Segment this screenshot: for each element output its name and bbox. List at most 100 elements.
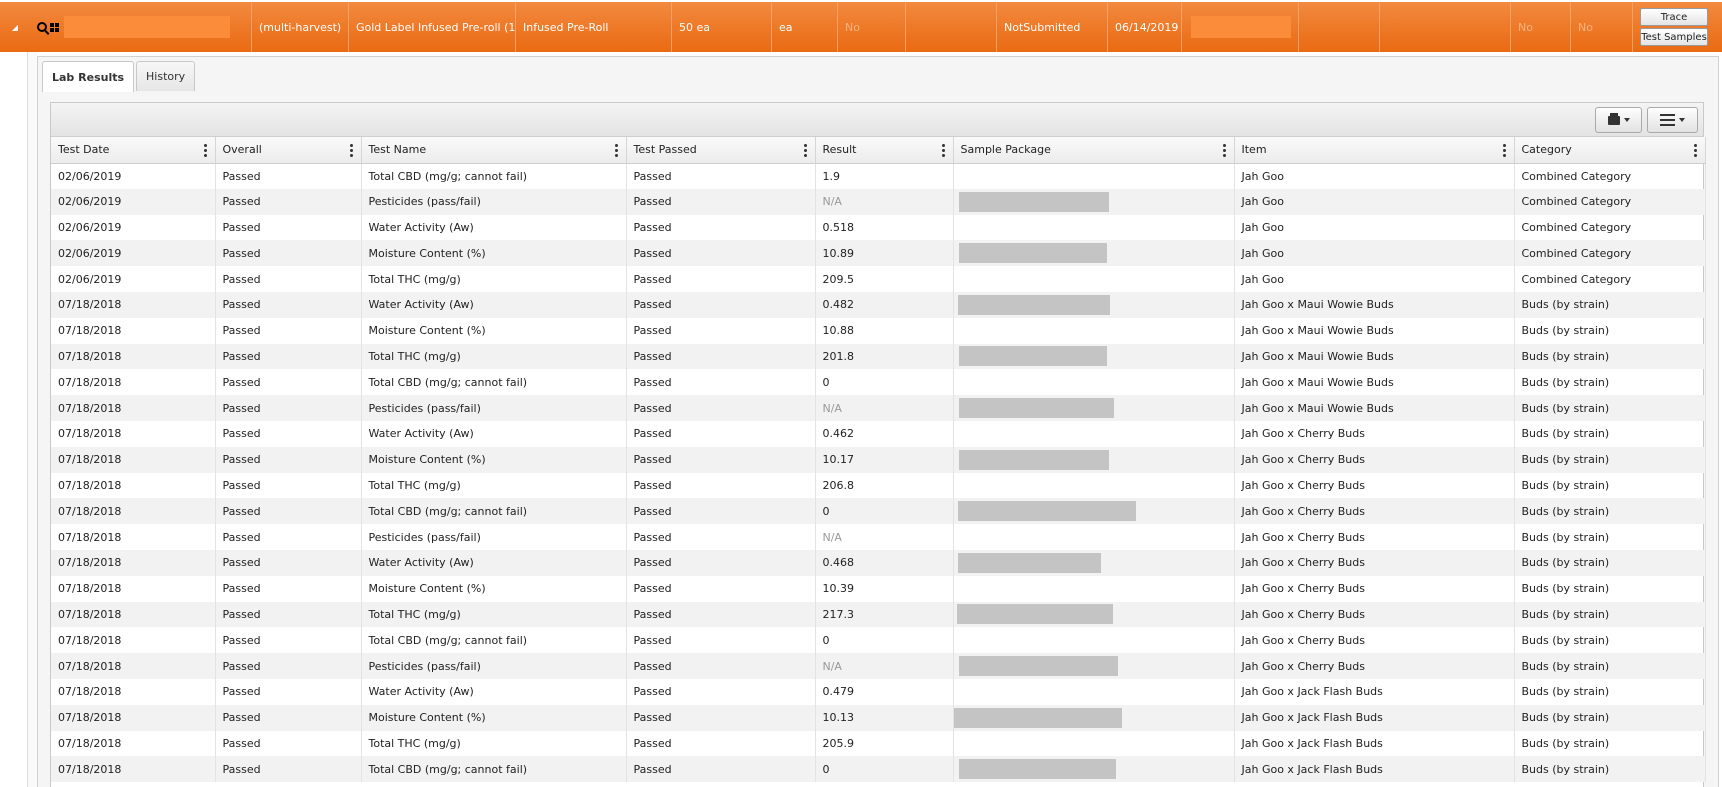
cell-date: 07/18/2018	[51, 575, 216, 602]
cell-overall: Passed	[215, 524, 362, 550]
cell-test: Total CBD (mg/g; cannot fail)	[361, 627, 627, 654]
table-row[interactable]: 07/18/2018 Passed Pesticides (pass/fail) Pa…	[51, 653, 1706, 679]
table-row[interactable]: 07/18/2018 Passed Total CBD (mg/g; cannot …	[51, 369, 1706, 396]
column-menu-icon[interactable]	[803, 144, 807, 157]
column-header-category[interactable]: Category	[1514, 137, 1706, 164]
cell-date: 07/18/2018	[51, 472, 216, 499]
table-row[interactable]: 07/18/2018 Passed Water Activity (Aw) Passe…	[51, 291, 1706, 318]
sample-package-cell	[953, 214, 1235, 241]
column-menu-icon[interactable]	[1222, 144, 1226, 157]
grid-icon[interactable]	[50, 22, 59, 32]
table-row[interactable]: 07/18/2018 Passed Total CBD (mg/g; cannot …	[51, 498, 1706, 525]
cell-category: Buds (by strain)	[1514, 343, 1706, 370]
cell-overall: Passed	[215, 446, 362, 473]
cell-item: Jah Goo x Maui Wowie Buds	[1234, 395, 1515, 421]
lab-results-table: Test Date Overall Test Name Test Passed …	[51, 137, 1706, 783]
caret-down-icon	[1679, 118, 1685, 122]
hamburger-icon	[1660, 114, 1675, 126]
table-row[interactable]: 07/18/2018 Passed Pesticides (pass/fail) Pa…	[51, 524, 1706, 550]
cell-passed: Passed	[626, 291, 816, 318]
table-row[interactable]: 07/18/2018 Passed Total THC (mg/g) Passed 20…	[51, 730, 1706, 757]
cell-item: Jah Goo x Jack Flash Buds	[1234, 704, 1515, 731]
cell-result: 1.9	[815, 163, 954, 189]
cell-category: Combined Category	[1514, 163, 1706, 189]
redacted-sample-package	[958, 346, 1107, 367]
cell-category: Buds (by strain)	[1514, 420, 1706, 447]
print-button[interactable]	[1595, 107, 1642, 133]
column-header-test-name[interactable]: Test Name	[361, 137, 627, 164]
table-row[interactable]: 07/18/2018 Passed Total CBD (mg/g; cannot …	[51, 627, 1706, 654]
table-row[interactable]: 07/18/2018 Passed Moisture Content (%) Pass…	[51, 317, 1706, 344]
column-menu-icon[interactable]	[1502, 144, 1506, 157]
cell-passed: Passed	[626, 420, 816, 447]
column-header-sample-package[interactable]: Sample Package	[953, 137, 1235, 164]
cell-test: Water Activity (Aw)	[361, 291, 627, 318]
test-samples-button[interactable]: Test Samples	[1640, 28, 1708, 46]
column-header-overall[interactable]: Overall	[215, 137, 362, 164]
sample-package-cell	[953, 343, 1235, 370]
table-row[interactable]: 07/18/2018 Passed Water Activity (Aw) Passe…	[51, 420, 1706, 447]
cell-item: Jah Goo x Maui Wowie Buds	[1234, 291, 1515, 318]
cell-overall: Passed	[215, 549, 362, 576]
column-menu-icon[interactable]	[614, 144, 618, 157]
cell-item: Jah Goo x Cherry Buds	[1234, 498, 1515, 525]
cell-passed: Passed	[626, 678, 816, 705]
tab-history[interactable]: History	[136, 61, 196, 91]
table-row[interactable]: 02/06/2019 Passed Total THC (mg/g) Passed 20…	[51, 266, 1706, 292]
cell-category: Buds (by strain)	[1514, 549, 1706, 576]
cell-item: Jah Goo x Cherry Buds	[1234, 575, 1515, 602]
cell-test: Pesticides (pass/fail)	[361, 653, 627, 679]
column-menu-icon[interactable]	[349, 144, 353, 157]
table-row[interactable]: 07/18/2018 Passed Water Activity (Aw) Passe…	[51, 678, 1706, 705]
table-row[interactable]: 07/18/2018 Passed Moisture Content (%) Pass…	[51, 575, 1706, 602]
cell-passed: Passed	[626, 472, 816, 499]
table-row[interactable]: 07/18/2018 Passed Moisture Content (%) Pass…	[51, 446, 1706, 473]
cell-overall: Passed	[215, 627, 362, 654]
table-row[interactable]: 02/06/2019 Passed Total CBD (mg/g; cannot …	[51, 163, 1706, 189]
column-menu-icon[interactable]	[203, 144, 207, 157]
cell-overall: Passed	[215, 704, 362, 731]
table-row[interactable]: 07/18/2018 Passed Total CBD (mg/g; cannot …	[51, 756, 1706, 783]
cell-passed: Passed	[626, 730, 816, 757]
table-row[interactable]: 07/18/2018 Passed Total THC (mg/g) Passed 20…	[51, 343, 1706, 370]
package-source: (multi-harvest)	[252, 2, 349, 52]
package-row[interactable]: ◢ (multi-harvest) Gold Label Infused Pre…	[0, 0, 1722, 52]
cell-date: 07/18/2018	[51, 291, 216, 318]
cell-passed: Passed	[626, 163, 816, 189]
cell-category: Buds (by strain)	[1514, 369, 1706, 396]
cell-category: Buds (by strain)	[1514, 524, 1706, 550]
table-row[interactable]: 07/18/2018 Passed Pesticides (pass/fail) Pa…	[51, 395, 1706, 421]
cell-item: Jah Goo x Maui Wowie Buds	[1234, 343, 1515, 370]
package-redacted-cell	[1182, 2, 1299, 52]
table-row[interactable]: 07/18/2018 Passed Moisture Content (%) Pass…	[51, 704, 1706, 731]
collapse-triangle-icon[interactable]: ◢	[0, 2, 30, 52]
table-row[interactable]: 02/06/2019 Passed Pesticides (pass/fail) Pa…	[51, 188, 1706, 215]
table-row[interactable]: 07/18/2018 Passed Water Activity (Aw) Passe…	[51, 549, 1706, 576]
column-header-result[interactable]: Result	[815, 137, 954, 164]
cell-overall: Passed	[215, 395, 362, 421]
cell-date: 07/18/2018	[51, 730, 216, 757]
cell-date: 02/06/2019	[51, 266, 216, 292]
table-row[interactable]: 07/18/2018 Passed Total THC (mg/g) Passed 20…	[51, 472, 1706, 499]
table-row[interactable]: 07/18/2018 Passed Total THC (mg/g) Passed 21…	[51, 601, 1706, 628]
cell-passed: Passed	[626, 395, 816, 421]
column-header-test-date[interactable]: Test Date	[51, 137, 216, 164]
search-icon[interactable]	[37, 22, 47, 32]
cell-item: Jah Goo x Cherry Buds	[1234, 549, 1515, 576]
table-row[interactable]: 02/06/2019 Passed Moisture Content (%) Pass…	[51, 240, 1706, 267]
column-header-item[interactable]: Item	[1234, 137, 1515, 164]
column-menu-icon[interactable]	[1693, 144, 1697, 157]
sample-package-cell	[953, 395, 1235, 421]
package-empty-cell	[906, 2, 997, 52]
cell-test: Water Activity (Aw)	[361, 678, 627, 705]
table-row[interactable]: 02/06/2019 Passed Water Activity (Aw) Passe…	[51, 214, 1706, 241]
cell-date: 07/18/2018	[51, 498, 216, 525]
column-header-test-passed[interactable]: Test Passed	[626, 137, 816, 164]
columns-menu-button[interactable]	[1647, 107, 1698, 133]
tab-lab-results[interactable]: Lab Results	[42, 61, 135, 92]
cell-item: Jah Goo	[1234, 240, 1515, 267]
cell-result: 0.462	[815, 420, 954, 447]
cell-overall: Passed	[215, 601, 362, 628]
column-menu-icon[interactable]	[941, 144, 945, 157]
trace-button[interactable]: Trace	[1640, 8, 1708, 26]
